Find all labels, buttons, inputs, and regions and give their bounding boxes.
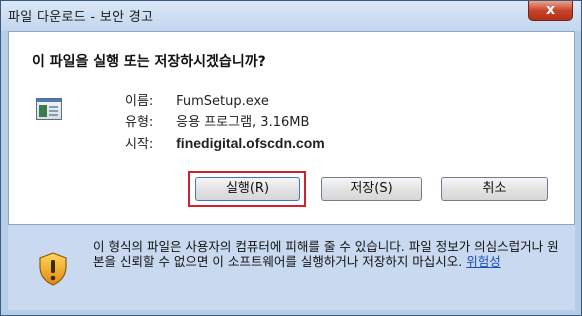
window-title: 파일 다운로드 - 보안 경고 — [8, 10, 154, 25]
prompt-question: 이 파일을 실행 또는 저장하시겠습니까? — [32, 54, 266, 70]
risk-link[interactable]: 위험성 — [466, 254, 501, 269]
app-file-icon — [36, 98, 62, 120]
security-warning: 이 형식의 파일은 사용자의 컴퓨터에 피해를 줄 수 있습니다. 파일 정보가… — [8, 225, 575, 310]
type-label: 유형: — [125, 115, 154, 130]
name-label: 이름: — [125, 94, 154, 109]
file-info: 이름: FumSetup.exe 유형: 응용 프로그램, 3.16MB 시작:… — [125, 91, 325, 154]
type-row: 유형: 응용 프로그램, 3.16MB — [125, 112, 325, 133]
close-icon: x — [545, 2, 556, 18]
save-button[interactable]: 저장(S) — [321, 177, 422, 201]
dialog-body: 이 파일을 실행 또는 저장하시겠습니까? 이름: FumSetup.exe 유… — [8, 31, 575, 310]
close-button[interactable]: x — [528, 1, 573, 21]
name-value: FumSetup.exe — [176, 94, 269, 109]
content-panel: 이 파일을 실행 또는 저장하시겠습니까? 이름: FumSetup.exe 유… — [8, 31, 575, 225]
from-label: 시작: — [125, 137, 154, 152]
run-button[interactable]: 실행(R) — [195, 177, 300, 201]
name-row: 이름: FumSetup.exe — [125, 91, 325, 112]
button-row: 실행(R) 저장(S) 취소 — [9, 171, 576, 207]
cancel-button[interactable]: 취소 — [441, 177, 548, 201]
titlebar: 파일 다운로드 - 보안 경고 x — [1, 1, 581, 31]
warning-message: 이 형식의 파일은 사용자의 컴퓨터에 피해를 줄 수 있습니다. 파일 정보가… — [93, 239, 563, 269]
type-value: 응용 프로그램, 3.16MB — [176, 115, 310, 130]
shield-warning-icon — [39, 252, 67, 286]
from-value: finedigital.ofscdn.com — [176, 135, 325, 151]
download-dialog: 파일 다운로드 - 보안 경고 x 이 파일을 실행 또는 저장하시겠습니까? … — [0, 0, 582, 316]
from-row: 시작: finedigital.ofscdn.com — [125, 133, 325, 154]
